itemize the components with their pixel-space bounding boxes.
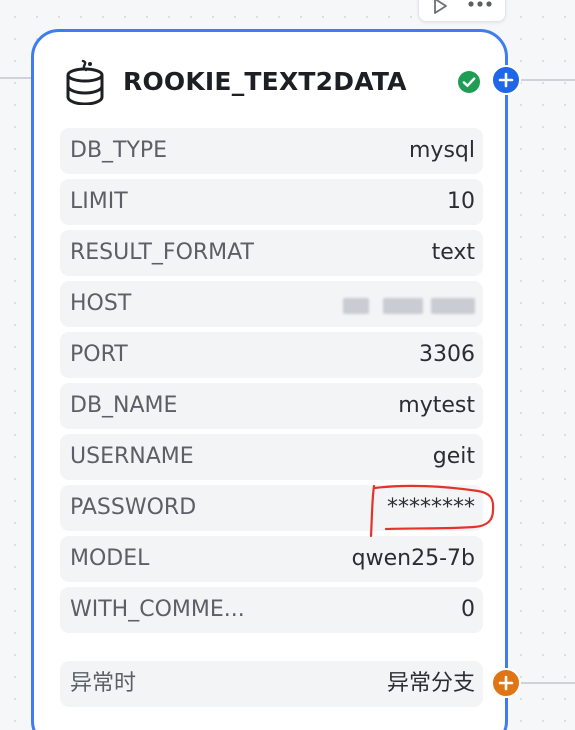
param-row-db-type[interactable]: DB_TYPE mysql	[60, 128, 483, 174]
add-exception-branch-button[interactable]	[491, 668, 521, 698]
param-value: 0	[461, 597, 475, 622]
plus-icon	[498, 675, 514, 691]
add-output-button[interactable]	[491, 65, 521, 95]
node-title: ROOKIE_TEXT2DATA	[123, 67, 407, 96]
param-label: PORT	[70, 342, 128, 367]
database-icon	[66, 59, 104, 105]
param-row-limit[interactable]: LIMIT 10	[60, 179, 483, 225]
param-row-username[interactable]: USERNAME geit	[60, 434, 483, 480]
param-label: PASSWORD	[70, 495, 197, 520]
param-label: RESULT_FORMAT	[70, 240, 254, 265]
param-row-result-format[interactable]: RESULT_FORMAT text	[60, 230, 483, 276]
exception-label: 异常时	[70, 671, 137, 696]
play-icon[interactable]	[431, 0, 449, 15]
param-row-password[interactable]: PASSWORD ********	[60, 485, 483, 531]
node-toolbar	[418, 0, 506, 22]
param-label: USERNAME	[70, 444, 194, 469]
check-circle-icon	[458, 71, 480, 93]
param-value: ********	[387, 495, 475, 520]
param-value: 3306	[419, 342, 475, 367]
more-icon[interactable]	[467, 0, 493, 11]
text2data-node[interactable]: ROOKIE_TEXT2DATA DB_TYPE mysql LIMIT 10 …	[31, 29, 508, 730]
param-value: mysql	[409, 138, 475, 163]
param-value: qwen25-7b	[351, 546, 475, 571]
param-label: DB_TYPE	[70, 138, 168, 163]
param-row-model[interactable]: MODEL qwen25-7b	[60, 536, 483, 582]
param-label: HOST	[70, 291, 132, 316]
param-value: text	[431, 240, 475, 265]
param-value: 10	[447, 189, 475, 214]
param-label: MODEL	[70, 546, 150, 571]
connection-edge-in	[0, 77, 32, 79]
param-row-with-comments[interactable]: WITH_COMME... 0	[60, 587, 483, 633]
node-header: ROOKIE_TEXT2DATA	[63, 59, 483, 107]
param-label: DB_NAME	[70, 393, 178, 418]
param-value: mytest	[398, 393, 475, 418]
exception-value: 异常分支	[386, 671, 475, 696]
param-row-db-name[interactable]: DB_NAME mytest	[60, 383, 483, 429]
exception-row[interactable]: 异常时 异常分支	[60, 661, 483, 707]
redacted-host-value	[343, 298, 475, 314]
param-row-port[interactable]: PORT 3306	[60, 332, 483, 378]
param-row-host[interactable]: HOST	[60, 281, 483, 327]
plus-icon	[498, 72, 514, 88]
param-label: WITH_COMME...	[70, 597, 245, 622]
param-value: geit	[432, 444, 475, 469]
param-label: LIMIT	[70, 189, 128, 214]
